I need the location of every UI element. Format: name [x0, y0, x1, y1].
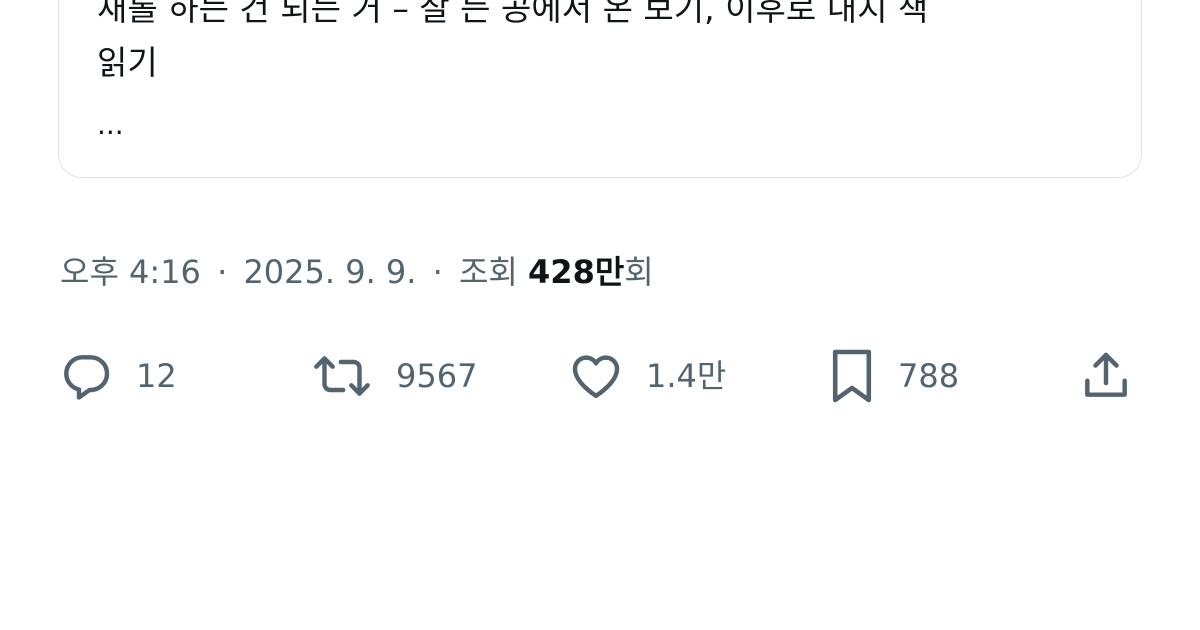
reply-count: 12 [136, 357, 177, 395]
bookmark-count: 788 [898, 357, 960, 395]
tweet-metadata: 오후 4:16 · 2025. 9. 9. · 조회 428만회 [60, 248, 654, 296]
bookmark-icon [828, 346, 876, 406]
views-label: 조회 [458, 253, 518, 291]
views-count: 428만 [528, 253, 625, 291]
tweet-date[interactable]: 2025. 9. 9. [243, 253, 416, 291]
share-button[interactable] [1078, 344, 1134, 408]
like-count: 1.4만 [646, 357, 727, 395]
retweet-button[interactable]: 9567 [310, 344, 477, 408]
share-icon [1078, 348, 1134, 404]
tweet-detail: 새롤 하는 건 되는 거 – 잘 든 공에서 온 보기, 이후로 내지 책 읽기… [0, 0, 1200, 630]
views-suffix: 회 [624, 253, 654, 291]
retweet-icon [310, 348, 374, 404]
reply-icon [58, 348, 114, 404]
tweet-time[interactable]: 오후 4:16 [60, 253, 201, 291]
quoted-tweet-ellipsis: ... [97, 108, 124, 141]
quoted-tweet-card[interactable]: 새롤 하는 건 되는 거 – 잘 든 공에서 온 보기, 이후로 내지 책 읽기… [58, 0, 1142, 178]
meta-separator: · [217, 253, 228, 291]
heart-icon [568, 348, 624, 404]
quoted-tweet-text-line: 새롤 하는 건 되는 거 – 잘 든 공에서 온 보기, 이후로 내지 책 [97, 0, 929, 28]
tweet-action-bar: 12 9567 1.4만 788 [58, 344, 1142, 408]
retweet-count: 9567 [396, 357, 478, 395]
bookmark-button[interactable]: 788 [828, 344, 959, 408]
meta-separator: · [432, 253, 443, 291]
like-button[interactable]: 1.4만 [568, 344, 726, 408]
reply-button[interactable]: 12 [58, 344, 177, 408]
quoted-tweet-text-line: 읽기 [97, 43, 158, 82]
